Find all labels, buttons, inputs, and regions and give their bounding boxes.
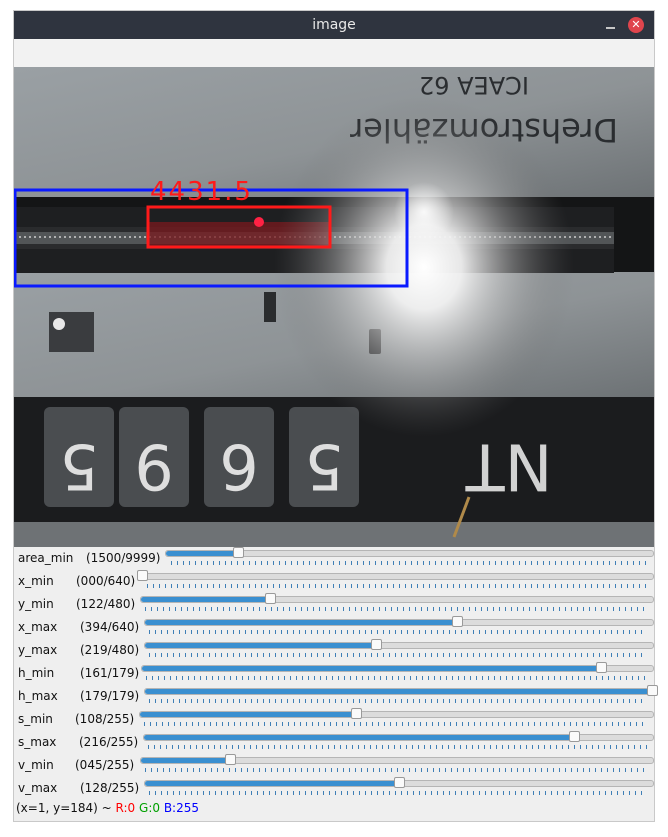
trackbar-label: s_min xyxy=(18,712,53,726)
trackbar-h-min: h_min (161/179) xyxy=(14,662,654,685)
status-bar: (x=1, y=184) ~ R:0 G:0 B:255 xyxy=(14,801,654,821)
photo-digit-3: 6 xyxy=(219,430,258,503)
photo-digit-2: 9 xyxy=(134,430,173,503)
trackbar-value: (1500/9999) xyxy=(86,551,161,565)
tick-marks xyxy=(171,561,647,565)
slider-handle[interactable] xyxy=(647,685,658,696)
trackbar-label: y_min xyxy=(18,597,54,611)
trackbar-label: x_min xyxy=(18,574,54,588)
slider-fill xyxy=(144,735,576,740)
trackbar-v-max: v_max (128/255) xyxy=(14,777,654,800)
trackbar-label: h_min xyxy=(18,666,55,680)
trackbar-value: (216/255) xyxy=(79,735,139,749)
close-button[interactable]: ✕ xyxy=(628,17,644,33)
title-bar: image ✕ xyxy=(14,11,654,39)
trackbar-label: area_min xyxy=(18,551,74,565)
slider-groove[interactable] xyxy=(144,777,654,788)
photo-text-model: ICAEA 62 xyxy=(419,71,529,99)
slider-fill xyxy=(145,643,377,648)
trackbar-value: (000/640) xyxy=(76,574,136,588)
trackbar-value: (122/480) xyxy=(76,597,136,611)
slider-handle[interactable] xyxy=(393,777,405,788)
tick-marks xyxy=(149,630,647,634)
slider-groove[interactable] xyxy=(141,662,654,673)
close-icon: ✕ xyxy=(631,18,641,31)
slider-groove[interactable] xyxy=(144,685,658,696)
slider-handle[interactable] xyxy=(225,754,237,765)
slider-fill xyxy=(140,712,358,717)
trackbar-value: (128/255) xyxy=(80,781,140,795)
tick-marks xyxy=(147,584,647,588)
trackbar-x-min: x_min (000/640) xyxy=(14,570,654,593)
tick-marks xyxy=(149,699,647,703)
photo-digit-4: 5 xyxy=(304,430,343,503)
trackbar-s-min: s_min (108/255) xyxy=(14,708,654,731)
slider-fill xyxy=(145,689,653,694)
opencv-window: image ✕ ICAEA 62 5 9 6 5 NT 4431.5 area_… xyxy=(14,11,658,821)
status-green: G:0 xyxy=(139,801,160,815)
trackbar-value: (219/480) xyxy=(80,643,140,657)
slider-handle[interactable] xyxy=(233,547,245,558)
tick-marks xyxy=(144,722,647,726)
slider-fill xyxy=(145,620,458,625)
slider-fill xyxy=(166,551,240,556)
trackbar-value: (394/640) xyxy=(80,620,140,634)
slider-handle[interactable] xyxy=(451,616,463,627)
tick-marks xyxy=(149,791,647,795)
trackbar-label: s_max xyxy=(18,735,57,749)
slider-handle[interactable] xyxy=(595,662,607,673)
slider-fill xyxy=(141,758,232,763)
tick-marks xyxy=(145,607,647,611)
window-title: image xyxy=(312,17,356,33)
trackbar-label: y_max xyxy=(18,643,58,657)
slider-fill xyxy=(142,666,602,671)
trackbar-x-max: x_max (394/640) xyxy=(14,616,654,639)
light-glare xyxy=(274,97,574,437)
detected-value-label: 4431.5 xyxy=(150,177,253,207)
slider-handle[interactable] xyxy=(351,708,363,719)
minimize-icon[interactable] xyxy=(604,17,618,31)
trackbar-s-max: s_max (216/255) xyxy=(14,731,654,754)
photo-text-nt: NT xyxy=(465,428,553,502)
trackbar-label: v_min xyxy=(18,758,54,772)
slider-handle[interactable] xyxy=(265,593,277,604)
meter-photo: ICAEA 62 Drehstromzähler 5 9 6 5 NT xyxy=(14,67,654,547)
camera-image[interactable]: ICAEA 62 Drehstromzähler 5 9 6 5 NT 4431… xyxy=(14,67,654,547)
trackbar-label: h_max xyxy=(18,689,58,703)
tick-marks xyxy=(145,768,647,772)
trackbar-label: x_max xyxy=(18,620,58,634)
toolbar xyxy=(14,39,654,68)
trackbar-value: (045/255) xyxy=(75,758,135,772)
trackbar-label: v_max xyxy=(18,781,58,795)
slider-groove[interactable] xyxy=(143,731,654,742)
slider-handle[interactable] xyxy=(569,731,581,742)
slider-groove[interactable] xyxy=(140,754,654,765)
slider-groove[interactable] xyxy=(144,639,654,650)
slider-groove[interactable] xyxy=(139,708,654,719)
status-coordinates: (x=1, y=184) ~ xyxy=(16,801,116,815)
slider-fill xyxy=(145,781,400,786)
status-blue: B:255 xyxy=(163,801,200,815)
trackbar-v-min: v_min (045/255) xyxy=(14,754,654,777)
tick-marks xyxy=(149,653,647,657)
slider-handle[interactable] xyxy=(137,570,148,581)
trackbar-y-min: y_min (122/480) xyxy=(14,593,654,616)
trackbar-value: (108/255) xyxy=(75,712,135,726)
slider-groove[interactable] xyxy=(144,616,654,627)
trackbar-h-max: h_max (179/179) xyxy=(14,685,658,708)
tick-marks xyxy=(146,676,647,680)
slider-handle[interactable] xyxy=(370,639,382,650)
slider-groove[interactable] xyxy=(165,547,654,558)
photo-digit-1: 5 xyxy=(59,430,98,503)
status-red: R:0 xyxy=(115,801,136,815)
trackbar-area-min: area_min (1500/9999) xyxy=(14,547,654,570)
slider-groove[interactable] xyxy=(140,593,654,604)
tick-marks xyxy=(148,745,647,749)
trackbar-value: (179/179) xyxy=(80,689,140,703)
trackbar-y-max: y_max (219/480) xyxy=(14,639,654,662)
slider-groove[interactable] xyxy=(137,570,654,581)
slider-fill xyxy=(141,597,272,602)
trackbar-value: (161/179) xyxy=(80,666,140,680)
